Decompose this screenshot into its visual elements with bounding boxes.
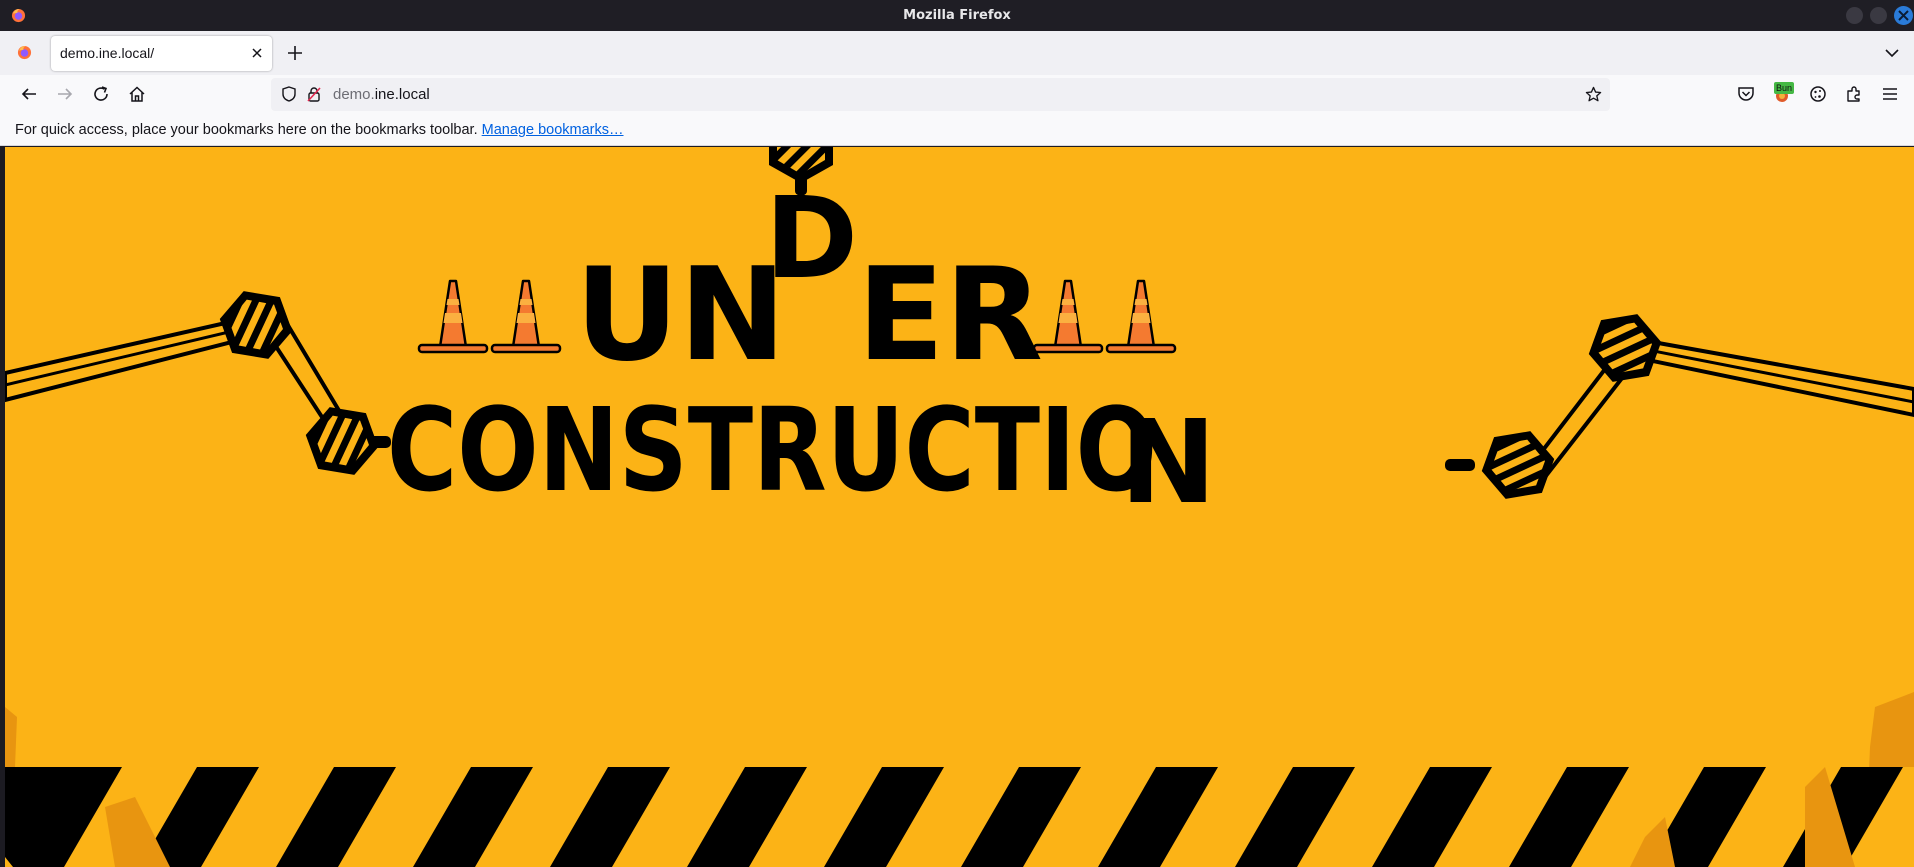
shield-icon[interactable] [281,86,297,102]
debris-shape [5,707,17,777]
chevron-down-icon[interactable] [1884,45,1900,61]
new-tab-icon[interactable] [286,44,304,62]
window-title: Mozilla Firefox [903,8,1011,23]
puzzle-icon[interactable] [1845,85,1863,103]
url-domain-main: ine.local [374,86,430,103]
minimize-button[interactable] [1846,7,1863,24]
maximize-button[interactable] [1870,7,1887,24]
traffic-cone-icon [1105,279,1177,354]
bookmarks-toolbar: For quick access, place your bookmarks h… [0,114,1914,146]
arrow-left-icon[interactable] [20,85,38,103]
extension-badge: Bun [1774,82,1794,94]
left-crane-arm [5,280,391,486]
hamburger-menu-icon[interactable] [1881,85,1899,103]
bookmarks-message-text: For quick access, place your bookmarks h… [15,122,478,138]
url-text[interactable]: demo.ine.local [333,78,430,111]
traffic-cone-icon [1032,279,1104,354]
tab-close-icon[interactable] [250,46,264,60]
bookmarks-empty-message: For quick access, place your bookmarks h… [15,114,624,146]
tab-label: demo.ine.local/ [60,45,155,61]
url-domain-prefix: demo. [333,86,375,103]
manage-bookmarks-link[interactable]: Manage bookmarks… [482,122,624,138]
headline-construction: CONSTRUCTIO [387,384,1157,518]
headline-under-dropped-letter: D [765,174,858,304]
page-content: UN D ER CONSTRUCTIO N [5,147,1914,867]
caution-stripes [5,767,1914,867]
navigation-toolbar: demo.ine.local [0,75,1914,114]
pocket-icon[interactable] [1737,85,1755,103]
window-titlebar: Mozilla Firefox [0,0,1914,31]
arrow-right-icon[interactable] [56,85,74,103]
traffic-cone-icon [417,279,489,354]
tab-strip: demo.ine.local/ [0,31,1914,75]
firefox-view-icon[interactable] [17,45,32,60]
star-icon[interactable] [1585,86,1602,103]
headline-under-left: UN [575,241,786,390]
headline-under-right: ER [857,241,1043,390]
url-bar[interactable]: demo.ine.local [271,78,1610,111]
cookie-icon[interactable] [1809,85,1827,103]
tab-active[interactable]: demo.ine.local/ [51,36,272,71]
close-icon [1898,10,1909,21]
reload-icon[interactable] [92,85,110,103]
lock-icon[interactable] [306,86,322,102]
under-construction-illustration: UN D ER CONSTRUCTIO N [5,147,1914,867]
close-window-button[interactable] [1894,6,1913,25]
headline-construction-last-letter: N [1120,396,1216,530]
home-icon[interactable] [128,85,146,103]
right-crane-arm [1445,303,1914,510]
traffic-cone-icon [490,279,562,354]
